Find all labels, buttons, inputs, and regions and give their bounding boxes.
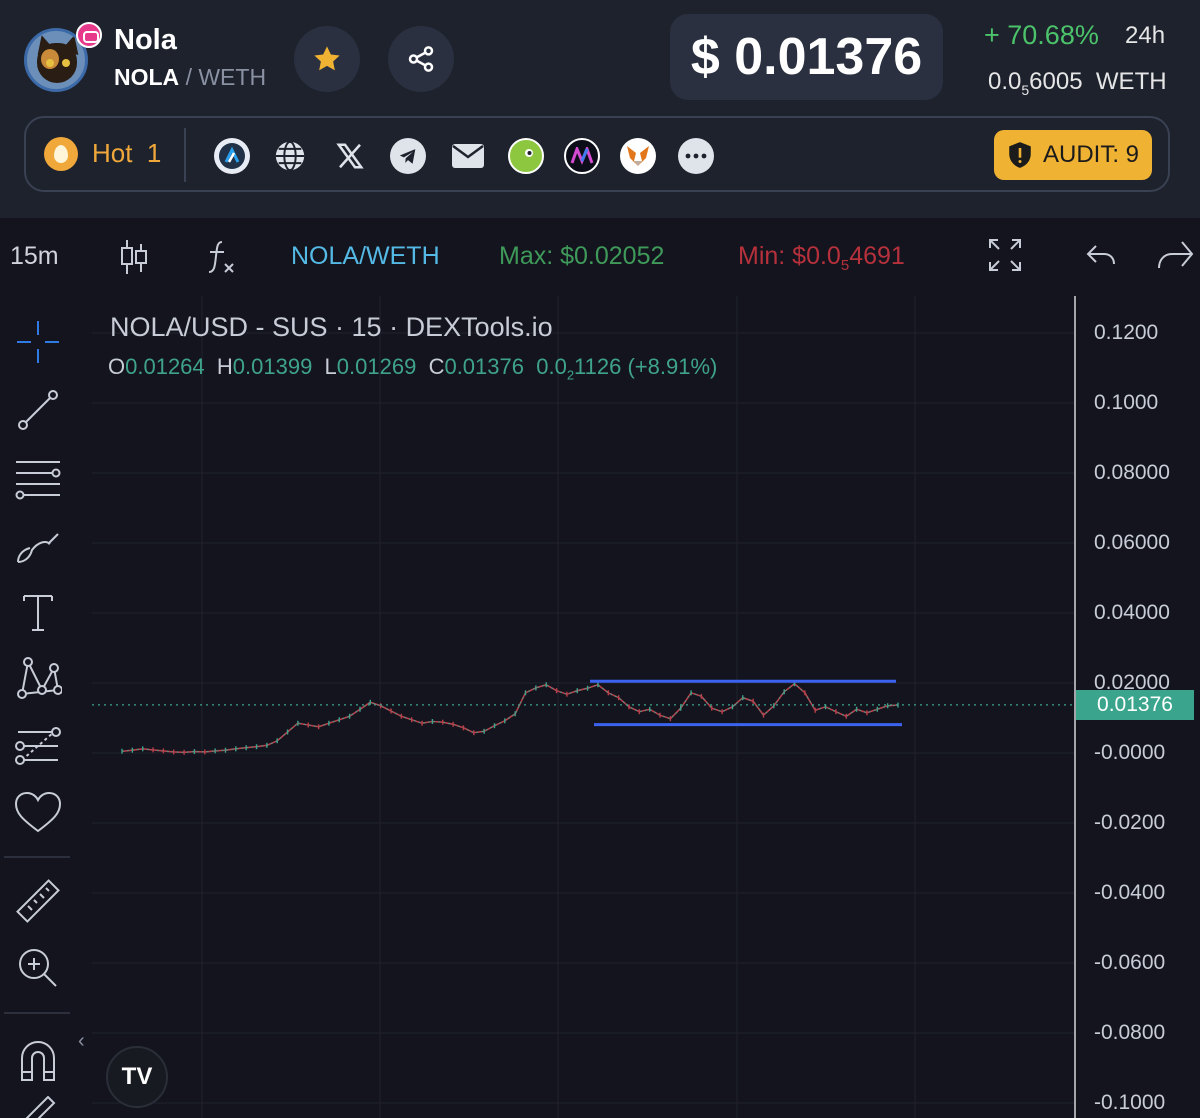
arbitrum-icon[interactable] [214,138,250,174]
fire-icon [44,137,78,171]
shield-icon [1009,142,1031,168]
collapse-sidebar-button[interactable]: ‹ [78,1030,85,1053]
price-axis-tick: 0.1000 [1094,391,1159,414]
price-axis-tick: -0.1000 [1094,1091,1166,1114]
pair-quote: WETH [198,64,267,90]
website-icon[interactable] [272,138,308,174]
high-value: 0.01399 [232,354,313,379]
price-chart[interactable] [92,296,1200,1118]
text-icon[interactable] [12,586,64,638]
price-change-period: 24h [1125,22,1166,49]
indicators-icon[interactable] [204,238,238,276]
ruler-icon[interactable] [12,876,64,928]
divider [4,1012,70,1014]
brush-icon[interactable] [12,520,64,572]
low-value: 0.01269 [336,354,417,379]
last-price-marker: 0.01376 [1076,689,1194,720]
pencil-icon[interactable] [12,1096,64,1118]
share-button[interactable] [388,26,454,92]
chain-badge-icon [76,22,102,48]
chart-toolbar: 15m NOLA/WETH Max: $0.02052 Min: $0.0546… [0,218,1200,296]
price-axis-tick: 0.08000 [1094,461,1170,484]
divider [4,856,70,858]
fullscreen-icon[interactable] [988,238,1022,272]
social-links-bar: Hot 1 AUDIT: 9 [24,116,1170,192]
price-axis-tick: 0.04000 [1094,601,1170,624]
divider [184,128,186,182]
star-icon [314,46,340,71]
token-header: Nola NOLA / WETH $ 0.01376 + 70.68% 24h … [0,0,1200,218]
more-icon[interactable] [678,138,714,174]
hot-rank[interactable]: Hot 1 [92,138,161,169]
drawing-tools-sidebar [0,296,78,1118]
share-icon [408,46,434,72]
audit-button[interactable]: AUDIT: 9 [994,130,1152,180]
price-axis-tick: -0.0400 [1094,881,1166,904]
candlestick-icon[interactable] [118,238,150,276]
ohlc-readout: O0.01264 H0.01399 L0.01269 C0.01376 0.02… [108,354,718,383]
x-icon[interactable] [332,138,368,174]
chart-title: NOLA/USD - SUS · 15 · DEXTools.io [110,312,553,342]
usd-price: $ 0.01376 [670,14,943,100]
price-axis-tick: 0.1200 [1094,321,1159,344]
fib-icon[interactable] [12,452,64,504]
prediction-icon[interactable] [12,720,64,772]
min-price: Min: $0.054691 [738,242,905,274]
interval-selector[interactable]: 15m [10,242,59,271]
tradingview-logo[interactable]: TV [106,1046,168,1108]
pair-line: NOLA / WETH [114,64,266,91]
coingecko-icon[interactable] [508,138,544,174]
price-axis-tick: -0.0200 [1094,811,1166,834]
pattern-icon[interactable] [12,652,64,704]
zoom-icon[interactable] [12,942,64,994]
chart-grid [92,296,1075,1118]
close-value: 0.01376 [444,354,524,379]
pair-base: NOLA [114,64,180,90]
price-axis-tick: -0.0000 [1094,741,1166,764]
magnet-icon[interactable] [12,1034,64,1086]
telegram-icon[interactable] [390,138,426,174]
open-value: 0.01264 [125,354,205,379]
max-price: Max: $0.02052 [499,242,665,270]
crosshair-icon[interactable] [12,316,64,368]
price-axis-tick: -0.0800 [1094,1021,1166,1044]
weth-price: 0.056005 WETH [988,68,1167,98]
price-axis-tick: -0.0600 [1094,951,1166,974]
pair-separator: / [185,64,192,90]
price-axis-tick: 0.06000 [1094,531,1170,554]
metamask-icon[interactable] [620,138,656,174]
chart-annotations [92,679,1075,727]
dextools-icon[interactable] [564,138,600,174]
redo-icon[interactable] [1156,240,1196,274]
favorite-button[interactable] [294,26,360,92]
audit-label: AUDIT: 9 [1042,141,1140,168]
trendline-icon[interactable] [12,384,64,436]
favorite-icon[interactable] [12,786,64,838]
change-value: 0.021126 (+8.91%) [536,354,718,383]
price-change-percent: + 70.68% [984,20,1099,50]
price-line [121,682,899,754]
email-icon[interactable] [450,138,486,174]
price-series [121,681,899,755]
chart-pair-label[interactable]: NOLA/WETH [291,242,440,271]
undo-icon[interactable] [1086,244,1116,268]
token-name: Nola [114,24,177,56]
